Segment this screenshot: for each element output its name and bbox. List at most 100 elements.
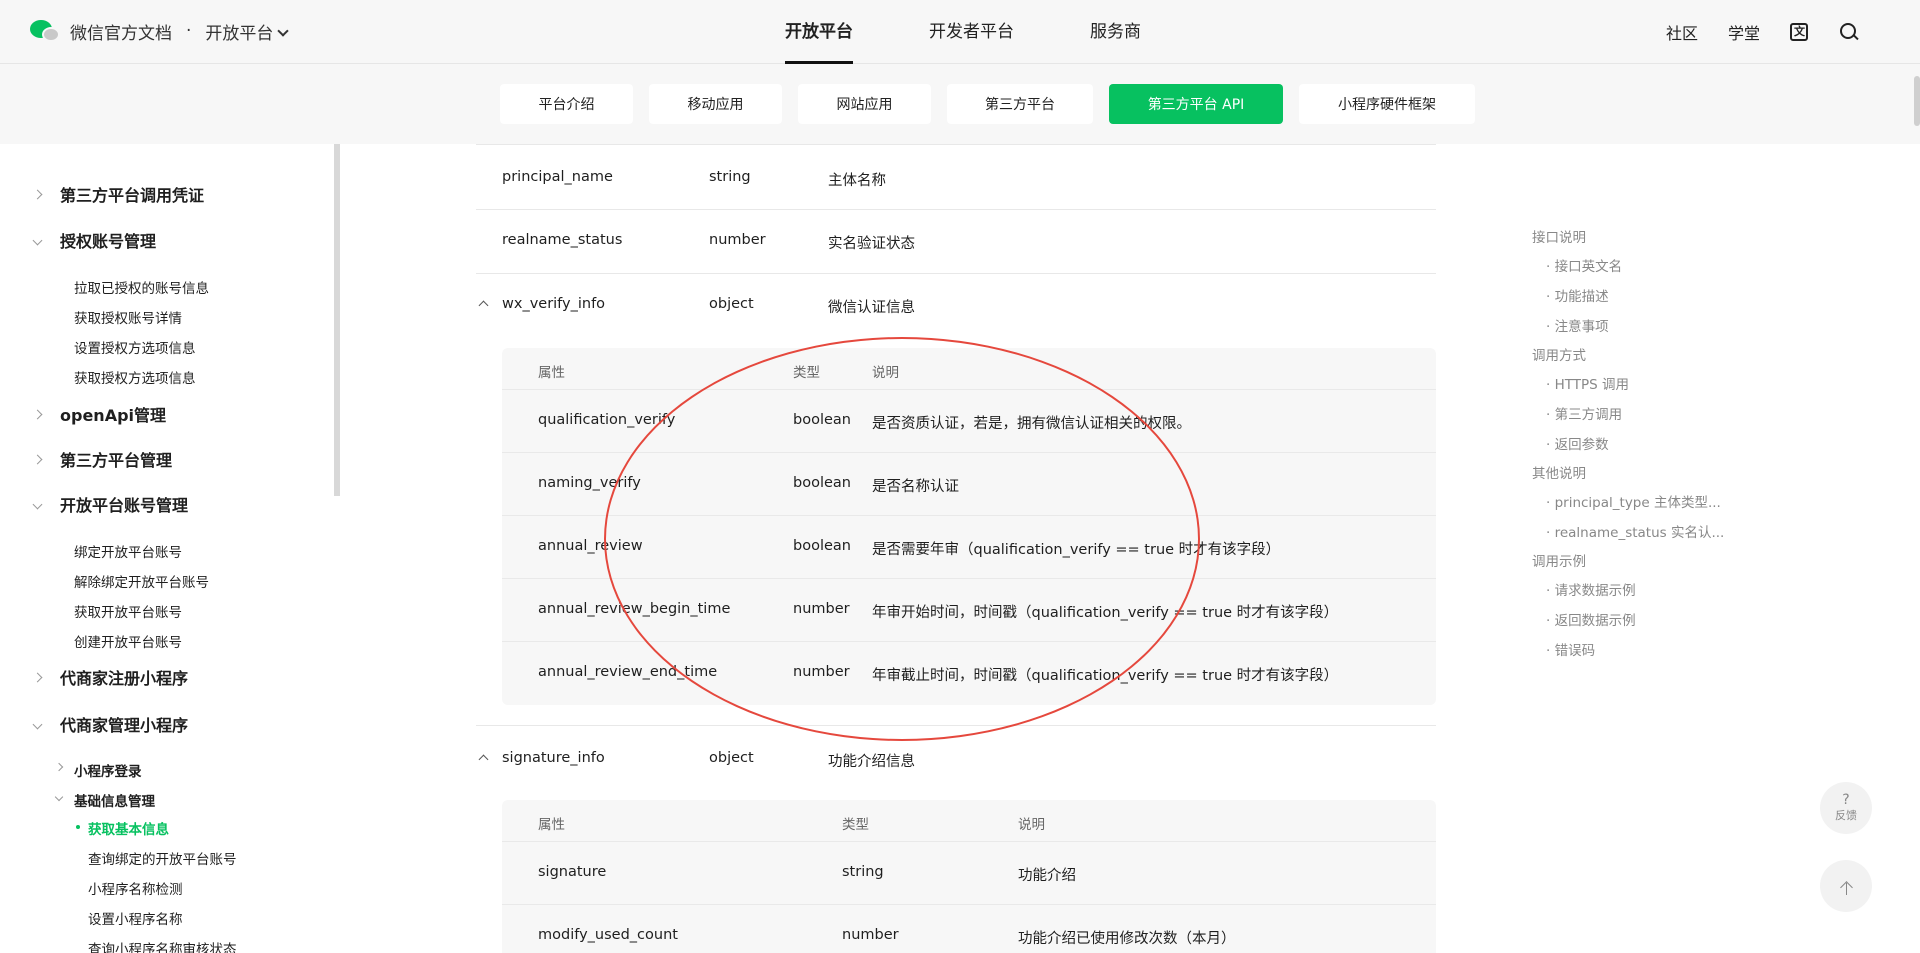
tab-third-party-api[interactable]: 第三方平台 API <box>1109 84 1283 124</box>
academy-link[interactable]: 学堂 <box>1728 20 1760 44</box>
toc-item[interactable]: · 返回参数 <box>1546 433 1609 453</box>
param-type: number <box>709 232 766 248</box>
param-desc: 实名验证状态 <box>828 236 915 252</box>
sidebar-subgroup-login[interactable]: 小程序登录 <box>54 760 142 780</box>
sidebar-subgroup-basic-info[interactable]: 基础信息管理 <box>54 790 155 810</box>
sidebar-item[interactable]: 绑定开放平台账号 <box>74 541 182 561</box>
table-row: modify_used_count number 功能介绍已使用修改次数（本月） <box>502 905 1436 953</box>
sidebar-leaf[interactable]: 设置小程序名称 <box>88 908 183 928</box>
wechat-logo-icon <box>30 18 60 44</box>
sidebar-item[interactable]: 设置授权方选项信息 <box>74 337 196 357</box>
param-type: object <box>709 750 754 766</box>
toc-section[interactable]: 调用示例 <box>1532 550 1586 570</box>
param-name: signature_info <box>502 750 605 766</box>
sidebar-item[interactable]: 拉取已授权的账号信息 <box>74 277 209 297</box>
param-name: realname_status <box>502 232 623 248</box>
toc-item[interactable]: · HTTPS 调用 <box>1546 373 1629 393</box>
tab-mobile-app[interactable]: 移动应用 <box>649 84 782 124</box>
nav-open-platform[interactable]: 开放平台 <box>785 0 853 64</box>
sidebar-group-label: openApi管理 <box>60 406 167 425</box>
brand-title: 微信官方文档 <box>70 23 172 44</box>
sidebar-group-label: 代商家管理小程序 <box>60 716 189 735</box>
param-name: signature <box>538 864 607 880</box>
header-attr: 属性 <box>538 817 565 833</box>
red-ellipse-annotation <box>604 337 1200 741</box>
header-type: 类型 <box>842 817 869 833</box>
sidebar-group-label: 第三方平台调用凭证 <box>60 186 205 205</box>
nav-service-provider[interactable]: 服务商 <box>1090 0 1141 64</box>
toc-item[interactable]: · 第三方调用 <box>1546 403 1622 423</box>
param-name: wx_verify_info <box>502 296 606 312</box>
chevron-down-icon <box>277 24 290 37</box>
page-scrollbar[interactable] <box>1914 76 1920 126</box>
table-row-expandable: signature_info object 功能介绍信息 属性 类型 说明 si… <box>476 726 1436 953</box>
sidebar-subgroup-label: 小程序登录 <box>74 764 142 780</box>
chevron-right-icon <box>32 454 43 464</box>
param-type: string <box>709 169 751 185</box>
brand[interactable]: 微信官方文档 · 开放平台 <box>30 18 290 44</box>
question-icon: ? <box>1842 792 1850 808</box>
feedback-label: 反馈 <box>1835 809 1857 822</box>
chevron-down-icon <box>54 792 64 802</box>
sidebar-leaf[interactable]: 查询小程序名称审核状态 <box>88 938 237 953</box>
param-desc: 微信认证信息 <box>828 300 915 316</box>
back-to-top-button[interactable] <box>1820 860 1872 912</box>
sidebar: 第三方平台调用凭证 授权账号管理 拉取已授权的账号信息 获取授权账号详情 设置授… <box>0 144 340 953</box>
nav-developer-platform[interactable]: 开发者平台 <box>929 0 1014 64</box>
toc-item[interactable]: · 功能描述 <box>1546 285 1609 305</box>
param-name: modify_used_count <box>538 927 678 943</box>
param-desc: 功能介绍 <box>1018 868 1076 884</box>
toc-section[interactable]: 其他说明 <box>1532 462 1586 482</box>
header-attr: 属性 <box>538 365 565 381</box>
search-icon[interactable] <box>1838 21 1860 43</box>
chevron-right-icon <box>32 672 43 682</box>
tab-third-party-platform[interactable]: 第三方平台 <box>947 84 1093 124</box>
toc-section[interactable]: 接口说明 <box>1532 226 1586 246</box>
sidebar-leaf[interactable]: 小程序名称检测 <box>88 878 183 898</box>
toc-item[interactable]: · 返回数据示例 <box>1546 609 1636 629</box>
sidebar-group-label: 授权账号管理 <box>60 232 157 251</box>
sidebar-leaf-active[interactable]: 获取基本信息 <box>76 818 169 838</box>
collapse-icon[interactable] <box>478 300 489 311</box>
sidebar-subgroup-label: 基础信息管理 <box>74 794 155 810</box>
feedback-button[interactable]: ? 反馈 <box>1820 782 1872 834</box>
tab-website-app[interactable]: 网站应用 <box>798 84 931 124</box>
brand-separator: · <box>186 21 192 41</box>
param-type: object <box>709 296 754 312</box>
sidebar-group-label: 代商家注册小程序 <box>60 669 189 688</box>
chevron-down-icon <box>32 719 43 729</box>
sidebar-item[interactable]: 获取授权账号详情 <box>74 307 182 327</box>
param-desc: 功能介绍已使用修改次数（本月） <box>1018 931 1236 947</box>
translate-icon[interactable] <box>1790 23 1808 41</box>
table-row: realname_status number 实名验证状态 <box>476 210 1436 274</box>
sidebar-item[interactable]: 解除绑定开放平台账号 <box>74 571 209 591</box>
param-name: principal_name <box>502 169 613 185</box>
sidebar-item[interactable]: 获取开放平台账号 <box>74 601 182 621</box>
tab-platform-intro[interactable]: 平台介绍 <box>500 84 633 124</box>
tab-mini-program-hardware[interactable]: 小程序硬件框架 <box>1299 84 1475 124</box>
chevron-right-icon <box>32 409 43 419</box>
collapse-icon[interactable] <box>478 754 489 765</box>
toc-item[interactable]: · principal_type 主体类型... <box>1546 491 1721 511</box>
sidebar-item[interactable]: 获取授权方选项信息 <box>74 367 196 387</box>
toc-item[interactable]: · 错误码 <box>1546 639 1595 659</box>
main-nav: 开放平台 开发者平台 服务商 <box>785 0 1217 64</box>
nested-table-header: 属性 类型 说明 <box>502 800 1436 842</box>
platform-selector[interactable]: 开放平台 <box>205 19 290 44</box>
nested-table-signature: 属性 类型 说明 signature string 功能介绍 modify_us… <box>502 800 1436 953</box>
chevron-down-icon <box>32 235 43 245</box>
toc-item[interactable]: · 请求数据示例 <box>1546 579 1636 599</box>
toc-item[interactable]: · 接口英文名 <box>1546 255 1622 275</box>
sidebar-item[interactable]: 创建开放平台账号 <box>74 631 182 651</box>
toc-section[interactable]: 调用方式 <box>1532 344 1586 364</box>
toc-item[interactable]: · realname_status 实名认... <box>1546 521 1724 541</box>
toc-item[interactable]: · 注意事项 <box>1546 315 1609 335</box>
sidebar-leaf[interactable]: 查询绑定的开放平台账号 <box>88 848 237 868</box>
table-row: principal_name string 主体名称 <box>476 144 1436 210</box>
param-type: number <box>842 927 899 943</box>
sub-navbar: 平台介绍 移动应用 网站应用 第三方平台 第三方平台 API 小程序硬件框架 <box>0 64 1920 144</box>
chevron-right-icon <box>54 762 64 772</box>
community-link[interactable]: 社区 <box>1666 20 1698 44</box>
header-desc: 说明 <box>1018 817 1045 833</box>
sidebar-group-label: 第三方平台管理 <box>60 451 173 470</box>
